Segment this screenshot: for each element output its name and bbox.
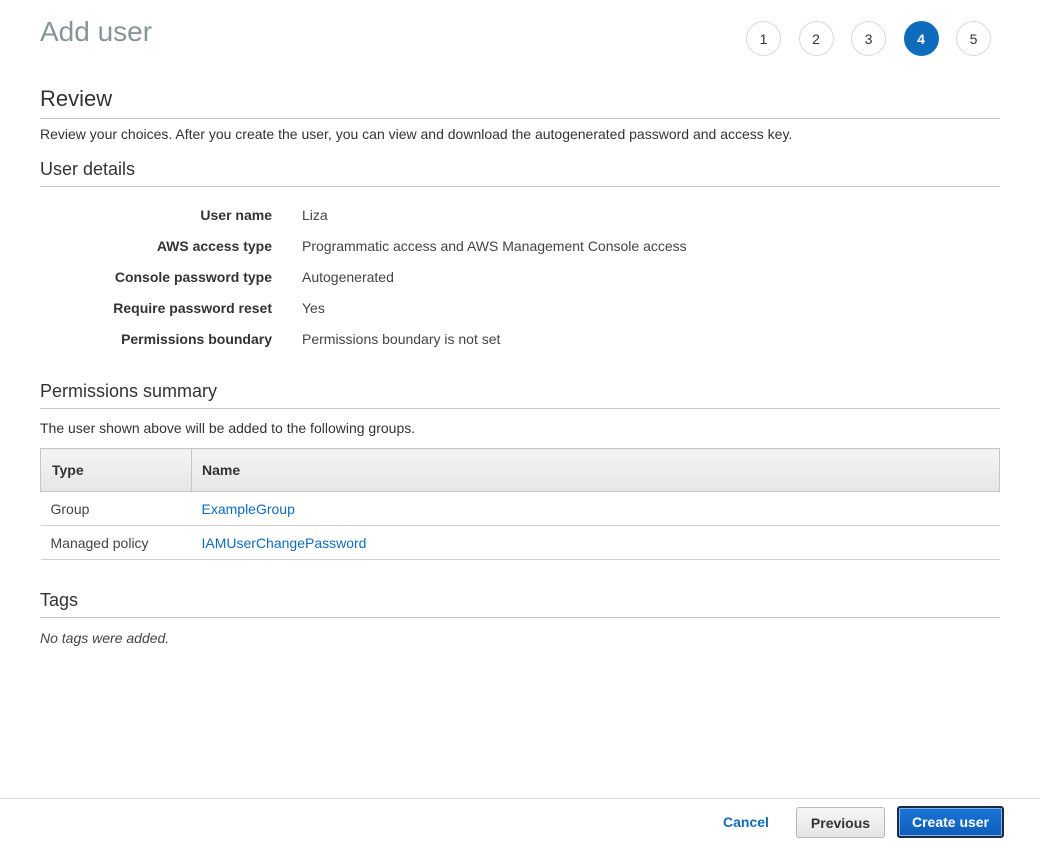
- step-1[interactable]: 1: [746, 21, 781, 56]
- tags-heading: Tags: [40, 590, 1000, 618]
- policy-link[interactable]: IAMUserChangePassword: [202, 535, 367, 551]
- column-header-type: Type: [40, 448, 192, 492]
- table-row: Group ExampleGroup: [40, 491, 1000, 526]
- step-4-active[interactable]: 4: [903, 21, 939, 56]
- review-heading: Review: [40, 86, 1000, 119]
- no-tags-text: No tags were added.: [40, 630, 170, 646]
- detail-row-permissions-boundary: Permissions boundary Permissions boundar…: [40, 323, 1000, 354]
- create-user-button[interactable]: Create user: [897, 806, 1004, 838]
- wizard-steps: 1 2 3 4 5: [746, 21, 991, 56]
- cell-type: Group: [40, 491, 192, 526]
- review-description: Review your choices. After you create th…: [40, 126, 793, 142]
- page-title: Add user: [40, 16, 153, 47]
- step-5[interactable]: 5: [956, 21, 991, 56]
- detail-row-password-reset: Require password reset Yes: [40, 292, 1000, 323]
- user-details-heading: User details: [40, 159, 1000, 187]
- previous-button[interactable]: Previous: [796, 807, 885, 838]
- detail-label: Console password type: [114, 268, 272, 285]
- table-row: Managed policy IAMUserChangePassword: [40, 525, 1000, 560]
- detail-row-password-type: Console password type Autogenerated: [40, 261, 1000, 292]
- cancel-button[interactable]: Cancel: [712, 807, 780, 837]
- detail-label: AWS access type: [156, 237, 272, 254]
- add-user-page: Add user 1 2 3 4 5 Review Review your ch…: [0, 0, 1040, 844]
- detail-value: Permissions boundary is not set: [302, 330, 501, 347]
- detail-label: User name: [200, 206, 272, 223]
- detail-row-access-type: AWS access type Programmatic access and …: [40, 230, 1000, 261]
- cell-name: IAMUserChangePassword: [191, 525, 1000, 560]
- detail-label: Permissions boundary: [121, 330, 272, 347]
- cell-type: Managed policy: [40, 525, 192, 560]
- column-header-name: Name: [191, 448, 1000, 492]
- wizard-footer: Cancel Previous Create user: [0, 798, 1040, 844]
- step-2[interactable]: 2: [798, 21, 834, 56]
- detail-value: Yes: [302, 299, 325, 316]
- review-content: Review Review your choices. After you cr…: [40, 86, 1000, 646]
- detail-row-user-name: User name Liza: [40, 199, 1000, 230]
- group-link[interactable]: ExampleGroup: [202, 501, 295, 517]
- detail-value: Autogenerated: [302, 268, 394, 285]
- user-details-list: User name Liza AWS access type Programma…: [40, 199, 1000, 354]
- cell-name: ExampleGroup: [191, 491, 1000, 526]
- permissions-summary-heading: Permissions summary: [40, 381, 1000, 409]
- step-3[interactable]: 3: [851, 21, 886, 56]
- detail-label: Require password reset: [113, 299, 272, 316]
- detail-value: Liza: [302, 206, 328, 223]
- permissions-table: Type Name Group ExampleGroup Managed pol…: [40, 448, 1000, 560]
- permissions-description: The user shown above will be added to th…: [40, 420, 416, 436]
- detail-value: Programmatic access and AWS Management C…: [302, 237, 687, 254]
- table-header-row: Type Name: [40, 448, 1000, 492]
